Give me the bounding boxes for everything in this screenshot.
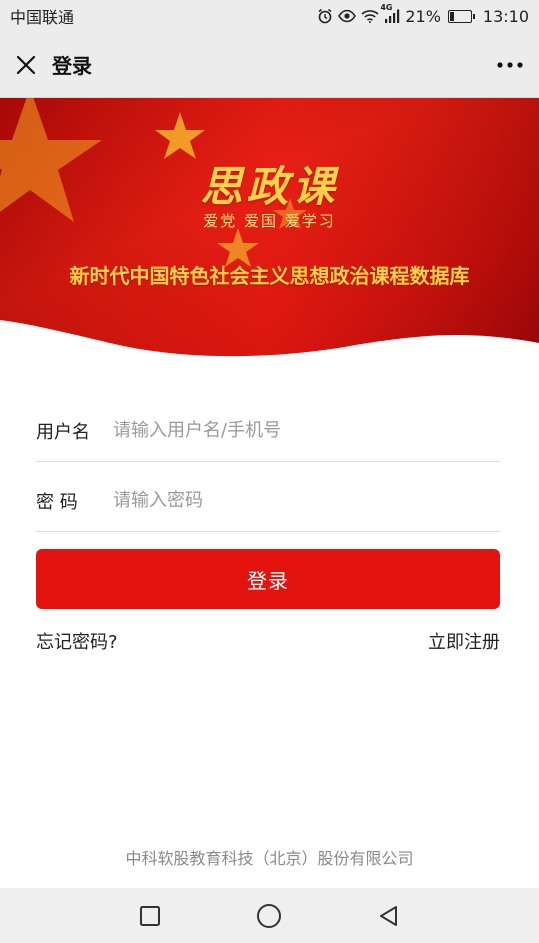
wifi-icon (361, 9, 379, 23)
home-icon (257, 903, 282, 928)
banner-slogan: 爱党 爱国 爱学习 (203, 212, 336, 230)
password-label: 密 码 (36, 491, 78, 513)
recent-apps-icon (139, 905, 160, 926)
status-left: 中国联通 (10, 4, 74, 28)
login-button[interactable]: 登录 (36, 549, 500, 609)
title-bar: 登录 (0, 32, 539, 98)
more-icon (497, 62, 523, 68)
password-row: 密 码 (36, 470, 500, 532)
register-link[interactable]: 立即注册 (428, 628, 500, 654)
password-input[interactable] (111, 489, 500, 512)
status-right: 4G 21% 13:10 (317, 3, 529, 26)
banner: 思政课 爱党 爱国 爱学习 新时代中国特色社会主义思想政治课程数据库 (0, 98, 539, 358)
username-row: 用户名 (36, 400, 500, 462)
back-icon (380, 905, 398, 926)
more-button[interactable] (495, 50, 525, 80)
battery-icon (447, 9, 475, 23)
link-row: 忘记密码? 立即注册 (36, 628, 500, 654)
username-input[interactable] (111, 419, 500, 442)
alarm-icon (317, 8, 333, 24)
signal-icon: 4G (380, 3, 400, 23)
network-type: 4G (380, 3, 393, 12)
page-title: 登录 (52, 54, 92, 78)
recent-apps-button[interactable] (130, 896, 170, 936)
system-nav-bar (0, 888, 539, 943)
back-button[interactable] (369, 896, 409, 936)
battery-fill (449, 11, 454, 21)
banner-logo-text: 思政课 (200, 162, 339, 211)
close-icon (16, 55, 36, 74)
footer-company: 中科软股教育科技（北京）股份有限公司 (125, 849, 414, 868)
status-bar: 中国联通 4G 21% 13:10 (0, 0, 539, 32)
forgot-password-link[interactable]: 忘记密码? (36, 628, 118, 654)
carrier-name: 中国联通 (10, 8, 75, 27)
close-button[interactable] (0, 32, 52, 98)
clock: 13:10 (482, 6, 529, 26)
battery-percent: 21% (405, 6, 441, 26)
eye-icon (338, 9, 357, 23)
home-button[interactable] (249, 896, 289, 936)
username-label: 用户名 (36, 421, 90, 443)
login-form: 用户名 密 码 (36, 400, 500, 532)
banner-subtitle: 新时代中国特色社会主义思想政治课程数据库 (69, 264, 470, 288)
